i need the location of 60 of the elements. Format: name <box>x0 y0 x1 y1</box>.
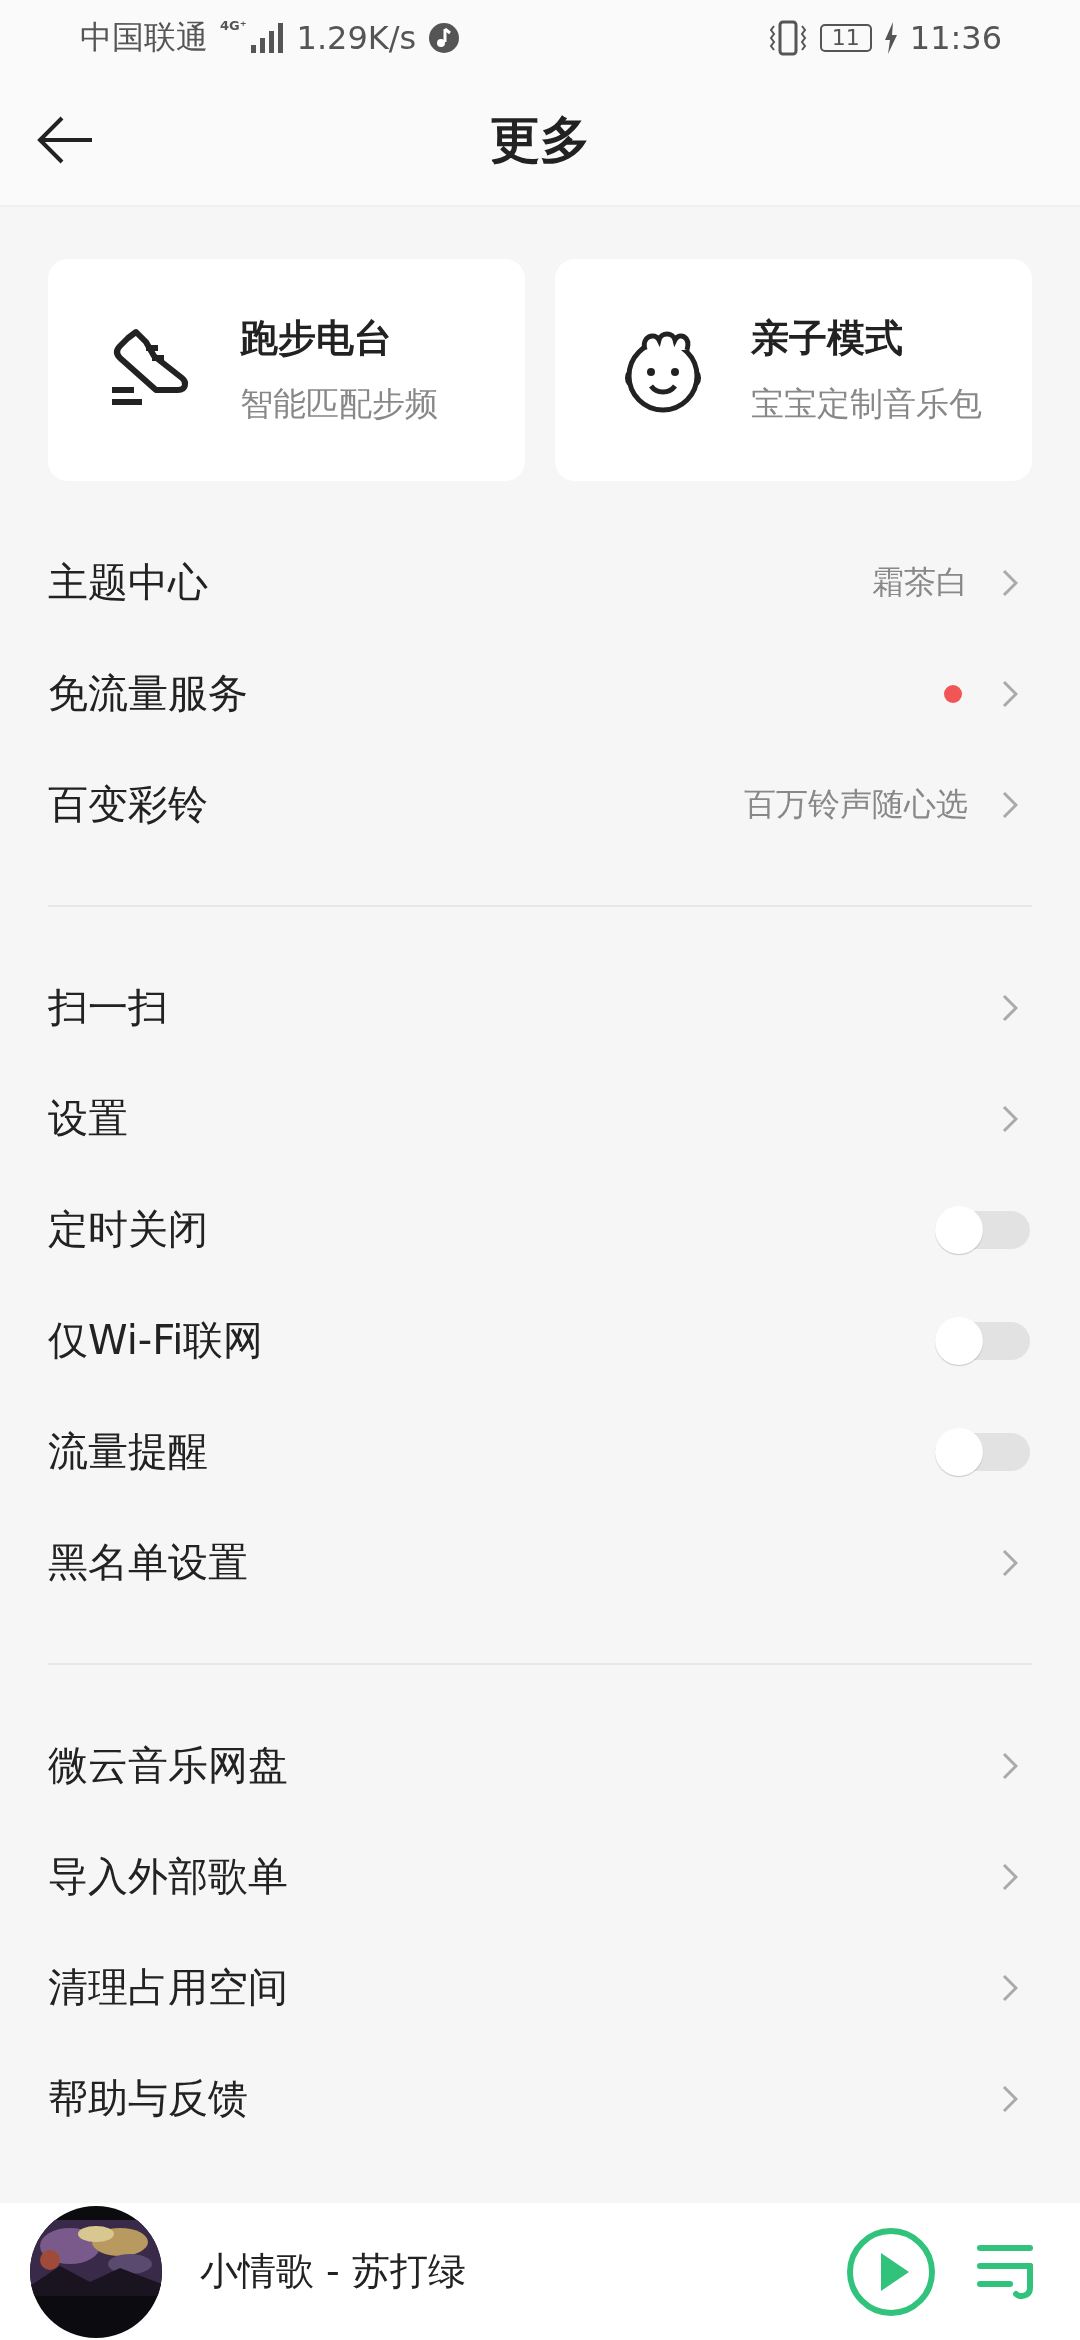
row-label: 扫一扫 <box>48 983 168 1032</box>
battery-level: 11 <box>819 23 872 52</box>
row-label: 帮助与反馈 <box>48 2074 248 2123</box>
settings-row[interactable]: 扫一扫 <box>48 952 1032 1063</box>
page-title: 更多 <box>490 109 590 171</box>
chevron-icon <box>1002 2084 1018 2113</box>
settings-row[interactable]: 免流量服务 <box>48 638 1032 749</box>
row-label: 免流量服务 <box>48 669 248 718</box>
row-label: 百变彩铃 <box>48 780 208 829</box>
network-speed: 1.29K/s <box>296 18 417 57</box>
row-label: 黑名单设置 <box>48 1538 248 1587</box>
play-icon[interactable] <box>846 2226 936 2317</box>
chevron-icon <box>1002 1548 1018 1577</box>
row-label: 定时关闭 <box>48 1205 208 1254</box>
settings-row[interactable]: 百变彩铃 百万铃声随心选 <box>48 749 1032 860</box>
card-subtitle: 智能匹配步频 <box>240 383 438 425</box>
row-label: 设置 <box>48 1094 128 1143</box>
chevron-icon <box>1002 1104 1018 1133</box>
row-label: 清理占用空间 <box>48 1963 288 2012</box>
row-label: 仅Wi-Fi联网 <box>48 1316 264 1365</box>
row-label: 导入外部歌单 <box>48 1852 288 1901</box>
chevron-icon <box>1002 679 1018 708</box>
settings-row[interactable]: 流量提醒 <box>48 1396 1032 1507</box>
chevron-icon <box>1002 790 1018 819</box>
card-title: 亲子模式 <box>751 315 904 362</box>
settings-row[interactable]: 定时关闭 <box>48 1174 1032 1285</box>
card-title: 跑步电台 <box>240 315 393 362</box>
chevron-icon <box>1002 568 1018 597</box>
row-label: 流量提醒 <box>48 1427 208 1476</box>
row-label: 主题中心 <box>48 558 208 607</box>
signal-icon <box>250 22 285 53</box>
song-title: 小情歌 - 苏打绿 <box>200 2248 466 2295</box>
clock: 11:36 <box>909 18 1002 57</box>
feature-card[interactable]: 亲子模式 宝宝定制音乐包 <box>555 259 1032 481</box>
toggle-switch[interactable] <box>934 1426 1032 1477</box>
vibrate-icon <box>767 19 808 56</box>
settings-row[interactable]: 清理占用空间 <box>48 1932 1032 2043</box>
row-label: 微云音乐网盘 <box>48 1741 288 1790</box>
settings-row[interactable]: 导入外部歌单 <box>48 1821 1032 1932</box>
toggle-switch[interactable] <box>934 1204 1032 1255</box>
back-icon[interactable] <box>36 116 94 164</box>
chevron-icon <box>1002 993 1018 1022</box>
settings-row[interactable]: 微云音乐网盘 <box>48 1710 1032 1821</box>
settings-row[interactable]: 仅Wi-Fi联网 <box>48 1285 1032 1396</box>
carrier-name: 中国联通 <box>80 16 208 58</box>
feature-card[interactable]: 跑步电台 智能匹配步频 <box>48 259 525 481</box>
music-note-icon <box>428 21 461 54</box>
row-value: 霜茶白 <box>872 561 968 603</box>
card-subtitle: 宝宝定制音乐包 <box>751 383 982 425</box>
chevron-icon <box>1002 1973 1018 2002</box>
settings-row[interactable]: 帮助与反馈 <box>48 2043 1032 2154</box>
network-type: 4G⁺ <box>220 18 247 33</box>
charging-icon <box>883 21 898 54</box>
settings-row[interactable]: 主题中心 霜茶白 <box>48 527 1032 638</box>
chevron-icon <box>1002 1751 1018 1780</box>
chevron-icon <box>1002 1862 1018 1891</box>
settings-row[interactable]: 设置 <box>48 1063 1032 1174</box>
toggle-switch[interactable] <box>934 1315 1032 1366</box>
row-value: 百万铃声随心选 <box>744 783 968 825</box>
settings-row[interactable]: 黑名单设置 <box>48 1507 1032 1618</box>
